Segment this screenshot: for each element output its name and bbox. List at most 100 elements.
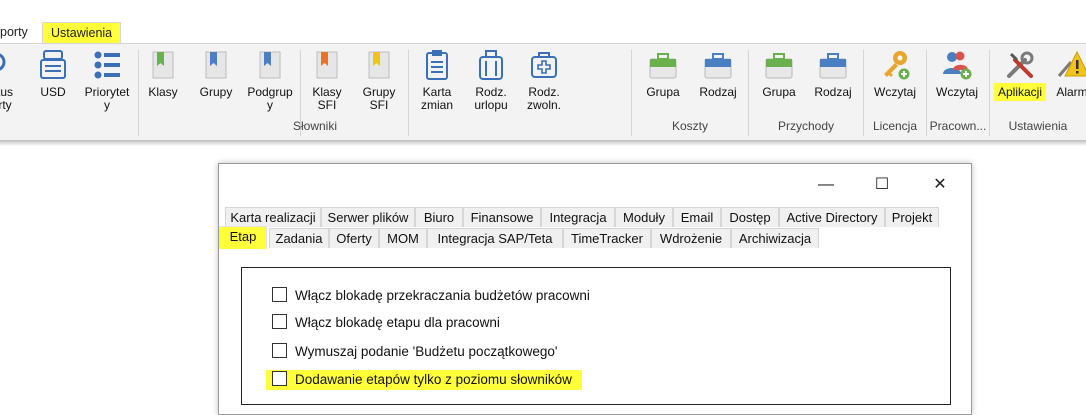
- klasy-label: Klasy: [148, 85, 178, 99]
- tab-timetracker[interactable]: TimeTracker: [563, 228, 651, 248]
- koszty-grupa-label: Grupa: [646, 85, 680, 99]
- karta-zmian-label: Karta zmian: [420, 85, 453, 112]
- status-icon: [0, 48, 22, 82]
- karta-zmian-button[interactable]: Karta zmian: [414, 48, 460, 112]
- podgrupy-button[interactable]: Podgrup y: [244, 48, 296, 112]
- grupy-sfi-label: Grupy SFI: [362, 85, 396, 112]
- menu-tab-bar: porty Ustawienia: [0, 0, 1086, 44]
- checkbox-label: Włącz blokadę przekraczania budżetów pra…: [295, 288, 590, 303]
- alarm-label: Alarm: [1056, 85, 1086, 99]
- group-label-przychody: Przychody: [777, 119, 835, 133]
- checkbox-label: Włącz blokadę etapu dla pracowni: [295, 315, 500, 330]
- settings-dialog: — ☐ ✕ Karta realizacji Serwer plików Biu…: [218, 163, 972, 415]
- group-label-ustawienia: Ustawienia: [1008, 119, 1068, 133]
- checkbox-blokada-budzetow[interactable]: Włącz blokadę przekraczania budżetów pra…: [272, 286, 590, 306]
- pracown-wczytaj-label: Wczytaj: [936, 85, 978, 99]
- status-label: tus rty: [0, 85, 13, 112]
- przychody-rodzaj-button[interactable]: Rodzaj: [808, 48, 858, 99]
- licencja-wczytaj-button[interactable]: Wczytaj: [868, 48, 922, 99]
- aplikacji-button[interactable]: Aplikacji: [990, 48, 1050, 101]
- tab-moduly[interactable]: Moduły: [615, 207, 673, 227]
- blue-briefcase-icon: [701, 48, 735, 82]
- aplikacji-label: Aplikacji: [993, 83, 1046, 101]
- green-briefcase-icon: [762, 48, 796, 82]
- green-briefcase-icon: [646, 48, 680, 82]
- warning-tools-icon: [1055, 48, 1086, 82]
- priorytety-button[interactable]: Priorytet y: [80, 48, 134, 112]
- ribbon-shadow: [0, 140, 1086, 146]
- koszty-rodzaj-label: Rodzaj: [699, 85, 737, 99]
- tab-email[interactable]: Email: [673, 207, 721, 227]
- tab-raporty[interactable]: porty: [0, 22, 28, 43]
- podgrupy-label: Podgrup y: [247, 85, 293, 112]
- yellow-bookmark-icon: [362, 48, 396, 82]
- priorytety-label: Priorytet y: [84, 85, 130, 112]
- tab-integracja-sap-teta[interactable]: Integracja SAP/Teta: [427, 228, 563, 248]
- checkbox-box[interactable]: [272, 287, 287, 302]
- minimize-button[interactable]: —: [811, 172, 841, 198]
- group-label-licencja: Licencja: [872, 119, 918, 133]
- klasy-sfi-button[interactable]: Klasy SFI: [306, 48, 348, 112]
- przychody-rodzaj-label: Rodzaj: [814, 85, 852, 99]
- grupy-button[interactable]: Grupy: [194, 48, 238, 99]
- tab-integracja[interactable]: Integracja: [541, 207, 615, 227]
- maximize-button[interactable]: ☐: [867, 172, 897, 198]
- checkbox-label: Wymuszaj podanie 'Budżetu początkowego': [295, 344, 558, 359]
- checkbox-box[interactable]: [272, 371, 287, 386]
- blue-bookmark-icon: [199, 48, 233, 82]
- checkbox-box[interactable]: [272, 314, 287, 329]
- tab-finansowe[interactable]: Finansowe: [463, 207, 541, 227]
- usd-icon: [36, 48, 70, 82]
- grupy-sfi-button[interactable]: Grupy SFI: [358, 48, 400, 112]
- checkbox-box[interactable]: [272, 343, 287, 358]
- klasy-button[interactable]: Klasy: [142, 48, 184, 99]
- checkbox-label: Dodawanie etapów tylko z poziomu słownik…: [295, 372, 572, 387]
- tab-mom[interactable]: MOM: [379, 228, 427, 248]
- tab-projekt[interactable]: Projekt: [885, 207, 939, 227]
- luggage-icon: [474, 48, 508, 82]
- rodz-urlopu-label: Rodz. urlopu: [474, 85, 508, 112]
- clipboard-icon: [420, 48, 454, 82]
- pracown-wczytaj-button[interactable]: Wczytaj: [930, 48, 984, 99]
- tools-icon: [1003, 48, 1037, 82]
- licencja-wczytaj-label: Wczytaj: [874, 85, 916, 99]
- green-bookmark-icon: [146, 48, 180, 82]
- status-button[interactable]: tus rty: [0, 48, 22, 112]
- tab-dostep[interactable]: Dostęp: [721, 207, 779, 227]
- przychody-grupa-button[interactable]: Grupa: [756, 48, 802, 99]
- group-label-pracown: Pracown...: [929, 119, 987, 133]
- tab-etap[interactable]: Etap: [219, 226, 267, 249]
- blue-bookmark-icon: [253, 48, 287, 82]
- tab-oferty[interactable]: Oferty: [329, 228, 379, 248]
- alarm-button[interactable]: Alarm: [1052, 48, 1086, 99]
- koszty-grupa-button[interactable]: Grupa: [640, 48, 686, 99]
- tab-active-directory[interactable]: Active Directory: [779, 207, 885, 227]
- usd-button[interactable]: USD: [34, 48, 72, 99]
- rodz-zwoln-label: Rodz. zwoln.: [526, 85, 561, 112]
- tab-zadania[interactable]: Zadania: [269, 228, 329, 248]
- medical-kit-icon: [527, 48, 561, 82]
- tab-wdrozenie[interactable]: Wdrożenie: [651, 228, 731, 248]
- usd-label: USD: [40, 85, 66, 99]
- numbered-list-icon: [90, 48, 124, 82]
- tab-serwer-plikow[interactable]: Serwer plików: [321, 207, 415, 227]
- checkbox-etapy-ze-slownikow[interactable]: Dodawanie etapów tylko z poziomu słownik…: [266, 370, 582, 390]
- group-label-koszty: Koszty: [671, 119, 708, 133]
- blue-briefcase-icon: [816, 48, 850, 82]
- checkbox-budzet-poczatkowy[interactable]: Wymuszaj podanie 'Budżetu początkowego': [272, 342, 557, 362]
- rodz-urlopu-button[interactable]: Rodz. urlopu: [468, 48, 514, 112]
- klasy-sfi-label: Klasy SFI: [312, 85, 342, 112]
- koszty-rodzaj-button[interactable]: Rodzaj: [694, 48, 742, 99]
- checkbox-blokada-etapu[interactable]: Włącz blokadę etapu dla pracowni: [272, 313, 500, 333]
- tab-karta-realizacji[interactable]: Karta realizacji: [225, 207, 321, 227]
- tab-ustawienia[interactable]: Ustawienia: [42, 22, 122, 44]
- tab-archiwizacja[interactable]: Archiwizacja: [731, 228, 819, 248]
- rodz-zwoln-button[interactable]: Rodz. zwoln.: [520, 48, 568, 112]
- etap-options-panel: Włącz blokadę przekraczania budżetów pra…: [241, 267, 951, 405]
- przychody-grupa-label: Grupa: [762, 85, 796, 99]
- grupy-label: Grupy: [199, 85, 233, 99]
- tab-biuro[interactable]: Biuro: [415, 207, 463, 227]
- ribbon: tus rty USD Priorytet y Klasy Grupy Podg…: [0, 43, 1086, 141]
- orange-bookmark-icon: [310, 48, 344, 82]
- close-button[interactable]: ✕: [925, 172, 955, 198]
